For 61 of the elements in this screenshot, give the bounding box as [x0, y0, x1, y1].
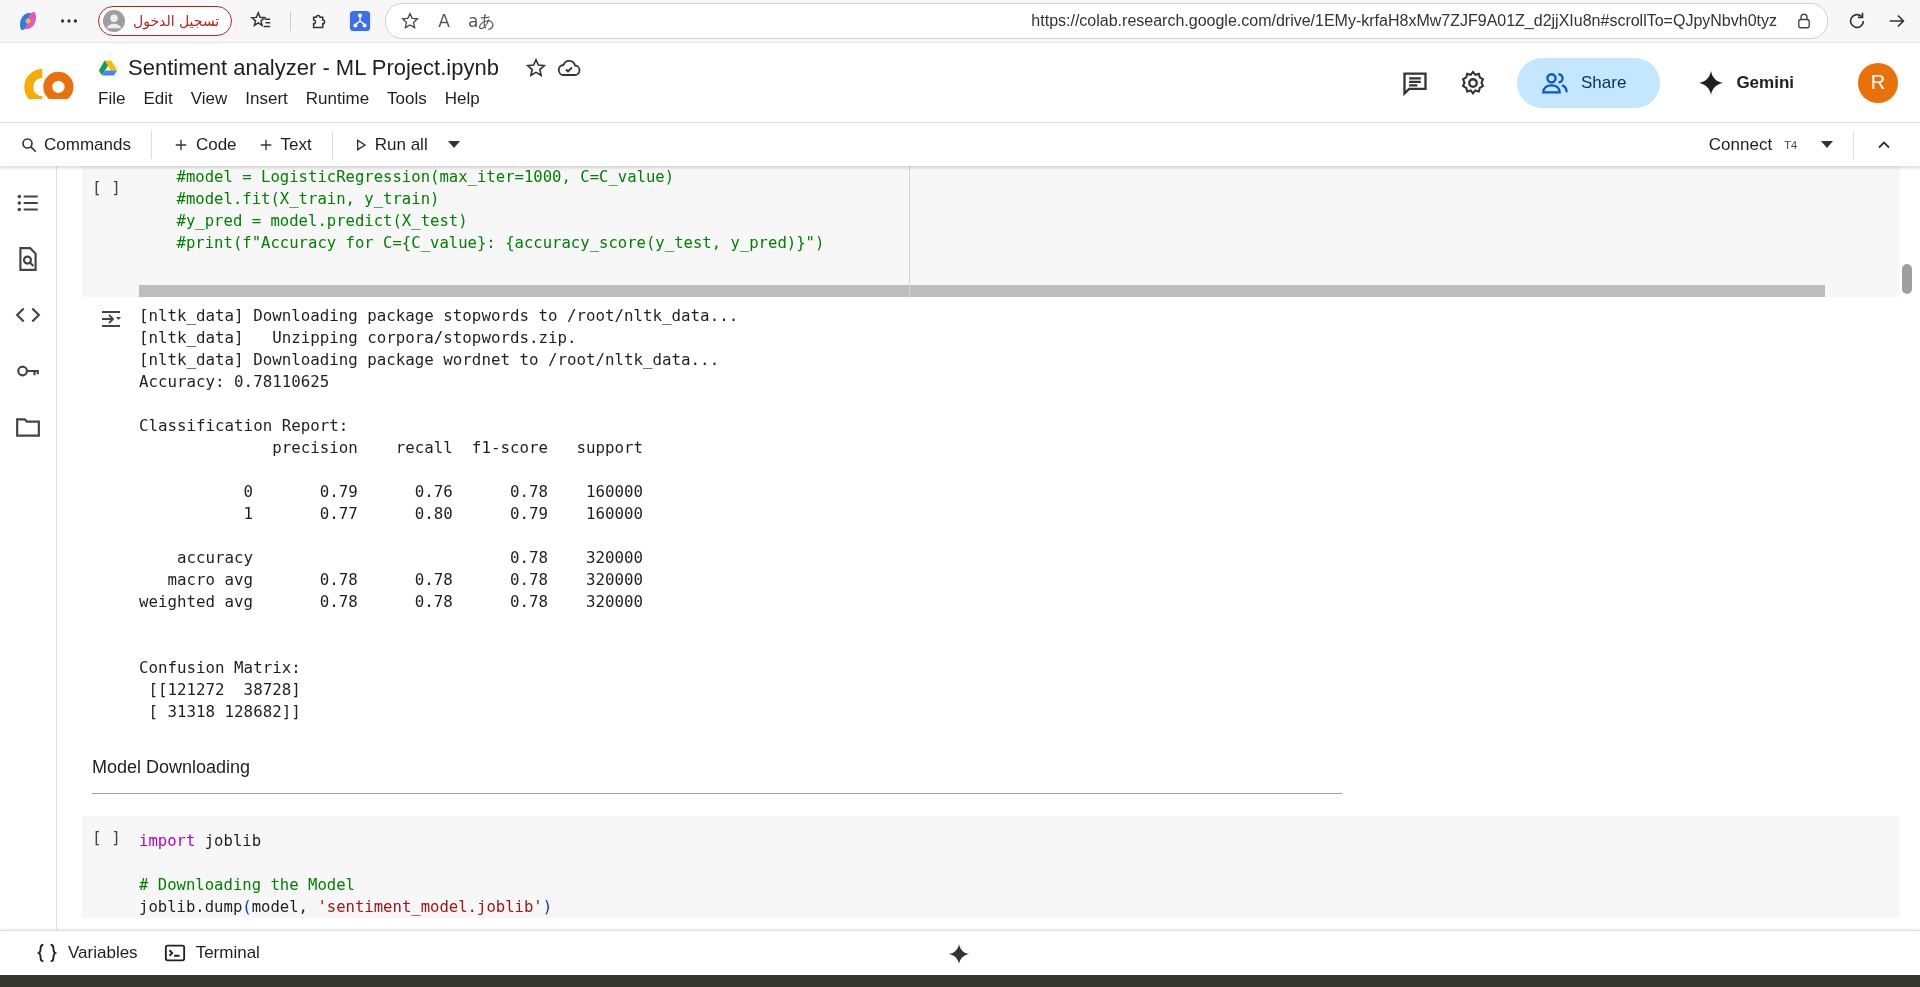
search-icon	[20, 135, 38, 154]
output-line: macro avg 0.78 0.78 0.78 320000	[166, 569, 644, 591]
scrollbar-thumb[interactable]	[1902, 264, 1912, 294]
menu-item[interactable]: Runtime	[296, 86, 379, 111]
commands-button[interactable]: Commands	[20, 130, 141, 159]
url-text: https://colab.research.google.com/drive/1EMy-krfaH8xMw7ZJF9A01Z_d2jjXIu8n#scrollTo=QJpyNbvh0tyz	[1031, 12, 1777, 30]
section-heading: Model Downloading	[92, 756, 251, 779]
braces-icon	[36, 942, 58, 964]
menu-item[interactable]: Tools	[378, 86, 436, 111]
code-line: #y_pred = model.predict(X_test)	[175, 211, 468, 232]
output-line: [ 31318 128682]]	[147, 701, 301, 723]
share-button[interactable]: Share	[1517, 57, 1661, 108]
sparkle-icon[interactable]	[948, 943, 970, 965]
lock-icon	[1795, 12, 1813, 30]
colab-logo-icon[interactable]	[22, 66, 74, 99]
code-line: #print(f"Accuracy for C={C_value}: {accuracy_score(y_test, y_pred)}")	[175, 233, 825, 254]
output-line: [nltk_data] Unzipping corpora/stopwords.zip.	[139, 327, 577, 349]
caret-icon	[1821, 141, 1833, 148]
run-cell-button[interactable]: [ ]	[92, 178, 121, 197]
settings-icon[interactable]	[1459, 68, 1487, 97]
menu-item[interactable]: File	[98, 86, 135, 111]
code-line: joblib.dump(model, 'sentiment_model.joblib')	[139, 897, 553, 918]
output-line: [nltk_data] Downloading package wordnet to /root/nltk_data...	[139, 349, 720, 371]
connect-button[interactable]: Connect T4	[1698, 130, 1843, 159]
branch-app-icon[interactable]	[349, 10, 372, 32]
output-line: precision recall f1-score support	[271, 437, 644, 459]
read-aloud-icon[interactable]: A	[438, 11, 450, 31]
menu-item[interactable]: Edit	[134, 86, 182, 111]
variables-button[interactable]: Variables	[36, 942, 138, 964]
terminal-button[interactable]: Terminal	[163, 942, 260, 964]
translate-icon[interactable]: aあ	[467, 9, 496, 33]
menu-item[interactable]: Insert	[236, 86, 297, 111]
caret-icon	[447, 141, 460, 148]
output-line: Accuracy: 0.78110625	[139, 371, 330, 393]
code-line: # Downloading the Model	[139, 875, 355, 896]
profile-button[interactable]: تسجيل الدخول	[98, 6, 233, 36]
run-cell-button[interactable]: [ ]	[92, 828, 121, 847]
code-line: #model = LogisticRegression(max_iter=1000, C=C_value)	[175, 167, 675, 188]
terminal-icon	[163, 942, 186, 964]
output-line: accuracy 0.78 320000	[176, 547, 644, 569]
output-line: [nltk_data] Downloading package stopwords to /root/nltk_data...	[139, 305, 739, 327]
output-line: 0 0.79 0.76 0.78 160000	[242, 481, 644, 503]
avatar-icon	[103, 10, 125, 32]
star-icon[interactable]	[400, 11, 421, 31]
run-all-button[interactable]: Run all	[342, 130, 438, 159]
code-line: import joblib	[139, 831, 262, 852]
output-line: weighted avg 0.78 0.78 0.78 320000	[139, 591, 644, 613]
menu-item[interactable]: View	[181, 86, 237, 111]
notebook-title[interactable]: Sentiment analyzer - ML Project.ipynb	[128, 54, 499, 81]
add-code-button[interactable]: Code	[161, 130, 247, 159]
output-line: [[121272 38728]	[147, 679, 301, 701]
output-line: 1 0.77 0.80 0.79 160000	[242, 503, 644, 525]
add-text-button[interactable]: Text	[246, 130, 322, 159]
code-line: #model.fit(X_train, y_train)	[175, 189, 440, 210]
horizontal-scrollbar[interactable]	[139, 285, 1825, 297]
menu-item[interactable]: Help	[435, 86, 489, 111]
output-line: Confusion Matrix:	[139, 657, 301, 679]
address-bar[interactable]: A aあ https://colab.research.google.com/drive/1EMy-krfaH8xMw7ZJF9A01Z_d2jjXIu8n#scrollTo=QJpyNbvh0tyz	[385, 3, 1828, 39]
output-line: Classification Report:	[139, 415, 349, 437]
star-icon[interactable]	[524, 56, 547, 79]
gemini-button[interactable]: Gemini	[1692, 68, 1800, 97]
